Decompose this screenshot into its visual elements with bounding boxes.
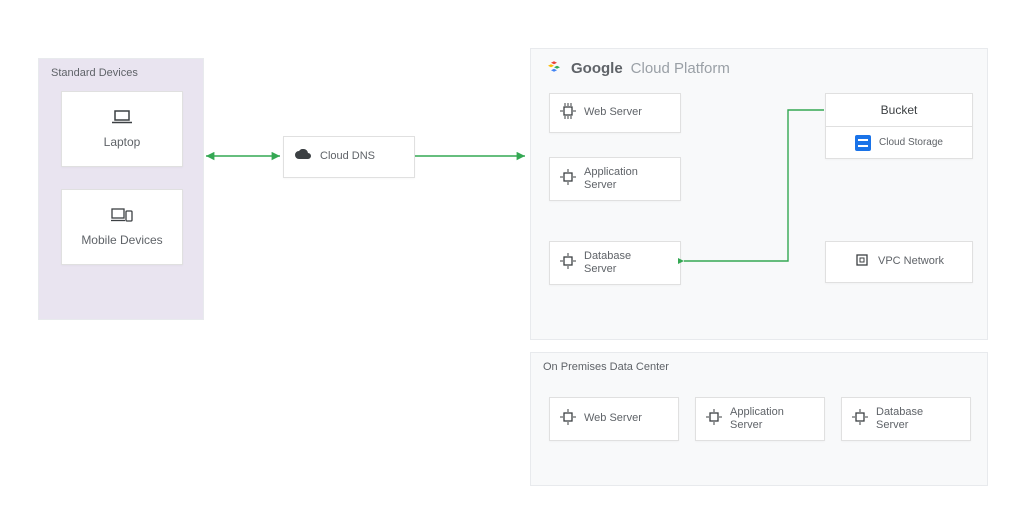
gcp-title: Google Cloud Platform [531,49,987,87]
panel-title-onprem: On Premises Data Center [531,353,987,381]
panel-onprem: On Premises Data Center Web Server Appli… [530,352,988,486]
vpc-label: VPC Network [878,255,944,268]
storage-icon [855,135,871,151]
card-vpc-network: VPC Network [825,241,973,283]
bucket-label: Bucket [826,94,972,127]
gcp-logo-icon [545,59,563,77]
onprem-web-label: Web Server [584,412,642,425]
cloud-icon [294,148,312,166]
cpu-icon [560,169,576,190]
arrow-devices-dns [202,148,284,164]
vpc-icon [854,252,870,273]
card-onprem-web-server: Web Server [549,397,679,441]
card-gcp-app-server: Application Server [549,157,681,201]
card-bucket: Bucket Cloud Storage [825,93,973,159]
diagram-canvas: Standard Devices Laptop Mobile Devices C… [0,0,1024,520]
card-gcp-db-server: Database Server [549,241,681,285]
cpu-icon [560,409,576,430]
card-mobile-label: Mobile Devices [81,233,162,247]
card-onprem-app-server: Application Server [695,397,825,441]
devices-icon [111,208,133,227]
card-onprem-db-server: Database Server [841,397,971,441]
cloud-dns-label: Cloud DNS [320,150,375,163]
panel-standard-devices: Standard Devices Laptop Mobile Devices [38,58,204,320]
onprem-app-label: Application Server [730,406,784,432]
gcp-web-label: Web Server [584,106,642,119]
gcp-brand-2: Cloud Platform [631,60,730,77]
panel-title-standard-devices: Standard Devices [39,59,203,87]
gcp-db-label: Database Server [584,250,631,276]
cpu-icon [706,409,722,430]
gcp-brand-1: Google [571,60,623,77]
laptop-icon [112,110,132,129]
card-gcp-web-server: Web Server [549,93,681,133]
card-cloud-dns: Cloud DNS [283,136,415,178]
panel-gcp: Google Cloud Platform Web Server Applica… [530,48,988,340]
cpu-icon [560,103,576,124]
onprem-db-label: Database Server [876,406,923,432]
cpu-icon [852,409,868,430]
card-laptop: Laptop [61,91,183,167]
cloud-storage-label: Cloud Storage [879,137,943,148]
card-laptop-label: Laptop [104,135,141,149]
arrow-dns-gcp [413,148,531,164]
cpu-icon [560,253,576,274]
card-mobile-devices: Mobile Devices [61,189,183,265]
gcp-app-label: Application Server [584,166,638,192]
